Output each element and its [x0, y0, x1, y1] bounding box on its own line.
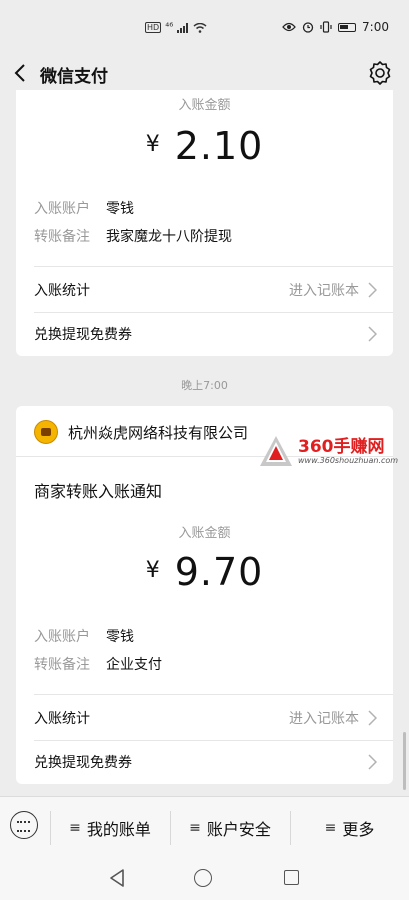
menu-account-security[interactable]: ≡ 账户安全	[170, 797, 290, 859]
amount-number: 2.10	[174, 124, 264, 168]
nav-back-icon[interactable]	[108, 868, 126, 888]
voucher-label: 兑换提现免费券	[34, 755, 132, 771]
clock: 7:00	[362, 20, 389, 34]
currency-symbol: ¥	[145, 558, 161, 583]
system-indicators: 7:00	[282, 20, 389, 34]
battery-icon	[338, 22, 357, 32]
signal-icon	[177, 22, 189, 33]
status-bar: HD ⁴⁶ 7:00	[0, 0, 409, 52]
menu-icon: ≡	[69, 820, 81, 836]
merchant-name[interactable]: 杭州焱虎网络科技有限公司	[68, 422, 248, 443]
gear-icon[interactable]	[367, 60, 393, 86]
vibrate-icon	[320, 21, 332, 33]
watermark-url: www.360shouzhuan.com	[298, 456, 399, 465]
note-row: 转账备注 企业支付	[34, 654, 162, 674]
page-title: 微信支付	[40, 67, 108, 87]
stats-row[interactable]: 入账统计 进入记账本	[16, 696, 393, 740]
transfer-card-1: 入账金额 ¥2.10 入账账户 零钱 转账备注 我家魔龙十八阶提现 入账统计 进入记…	[16, 90, 393, 356]
amount-value: ¥2.10	[16, 124, 393, 168]
note-key: 转账备注	[34, 657, 90, 673]
menu-label: 我的账单	[86, 820, 151, 839]
note-value: 我家魔龙十八阶提现	[106, 229, 232, 245]
signal-indicators: HD ⁴⁶	[145, 22, 207, 33]
divider	[34, 694, 393, 695]
menu-more[interactable]: ≡ 更多	[290, 797, 409, 859]
scrollbar[interactable]	[403, 732, 406, 790]
chevron-right-icon	[368, 710, 377, 726]
alarm-icon	[302, 22, 314, 33]
account-value: 零钱	[106, 629, 134, 645]
chevron-right-icon	[368, 326, 377, 342]
menu-label: 更多	[342, 820, 375, 839]
watermark: 360手赚网 www.360shouzhuan.com	[258, 432, 408, 474]
stats-label: 入账统计	[34, 711, 90, 727]
chevron-right-icon	[368, 754, 377, 770]
chevron-left-icon[interactable]	[12, 62, 30, 84]
account-row: 入账账户 零钱	[34, 626, 134, 646]
menu-label: 账户安全	[206, 820, 271, 839]
bottom-menu: ≡ 我的账单 ≡ 账户安全 ≡ 更多	[0, 796, 409, 859]
watermark-logo-icon	[260, 436, 292, 466]
wifi-icon	[193, 22, 207, 33]
note-key: 转账备注	[34, 229, 90, 245]
divider	[34, 266, 393, 267]
currency-symbol: ¥	[145, 132, 161, 157]
eye-icon	[282, 22, 296, 32]
note-row: 转账备注 我家魔龙十八阶提现	[34, 226, 232, 246]
ledger-link: 进入记账本	[289, 283, 359, 299]
merchant-logo[interactable]	[34, 420, 58, 444]
account-row: 入账账户 零钱	[34, 198, 134, 218]
account-value: 零钱	[106, 201, 134, 217]
notice-title: 商家转账入账通知	[34, 482, 163, 501]
stats-row[interactable]: 入账统计 进入记账本	[16, 268, 393, 312]
amount-value: ¥9.70	[16, 550, 393, 594]
menu-my-bills[interactable]: ≡ 我的账单	[50, 797, 170, 859]
amount-number: 9.70	[174, 550, 264, 594]
menu-icon: ≡	[324, 820, 337, 836]
nav-home-icon[interactable]	[194, 869, 212, 887]
system-nav-bar	[0, 858, 409, 900]
amount-label: 入账金额	[178, 98, 231, 113]
watermark-brand: 360手赚网	[298, 437, 385, 457]
note-value: 企业支付	[106, 657, 162, 673]
voucher-label: 兑换提现免费券	[34, 327, 132, 343]
keyboard-icon[interactable]	[10, 811, 38, 839]
stats-label: 入账统计	[34, 283, 90, 299]
account-key: 入账账户	[34, 629, 90, 645]
network-type: ⁴⁶	[165, 22, 174, 33]
amount-label: 入账金额	[178, 526, 231, 541]
menu-icon: ≡	[189, 820, 201, 836]
hd-badge: HD	[145, 22, 162, 33]
nav-recents-icon[interactable]	[284, 870, 299, 885]
chevron-right-icon	[368, 282, 377, 298]
voucher-row[interactable]: 兑换提现免费券	[16, 312, 393, 356]
voucher-row[interactable]: 兑换提现免费券	[16, 740, 393, 784]
account-key: 入账账户	[34, 201, 90, 217]
message-timestamp: 晚上7:00	[181, 379, 228, 392]
ledger-link: 进入记账本	[289, 711, 359, 727]
